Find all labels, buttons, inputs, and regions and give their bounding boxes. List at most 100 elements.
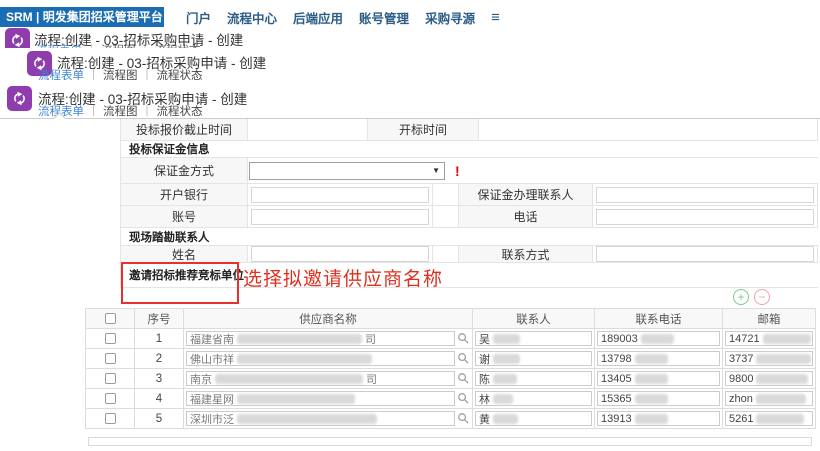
phone-cell-input[interactable]: 189003	[597, 331, 720, 346]
contact-method-label: 联系方式	[459, 246, 593, 262]
email-fragment: 3737	[729, 353, 753, 365]
chevron-down-icon: ▼	[432, 166, 440, 175]
deposit-section-header: 投标保证金信息	[121, 141, 818, 158]
col-header-supplier: 供应商名称	[184, 309, 473, 329]
redaction-blur	[641, 334, 674, 344]
supplier-name-fragment: 福建星网	[190, 391, 234, 406]
row-checkbox[interactable]	[105, 413, 116, 424]
redaction-blur	[635, 414, 668, 424]
email-cell-input[interactable]: 9800	[725, 371, 813, 386]
phone-fragment: 15365	[601, 393, 632, 405]
redaction-blur	[756, 394, 806, 404]
phone-cell-input[interactable]: 13798	[597, 351, 720, 366]
row-checkbox[interactable]	[105, 393, 116, 404]
row-checkbox[interactable]	[105, 333, 116, 344]
phone-input[interactable]	[596, 209, 814, 225]
contact-fragment: 陈	[479, 371, 490, 386]
select-all-checkbox[interactable]	[105, 313, 116, 324]
search-icon[interactable]	[457, 372, 470, 385]
phone-label: 电话	[459, 206, 593, 227]
contact-input[interactable]: 黄	[475, 411, 592, 426]
tab-separator: |	[92, 105, 95, 117]
deposit-method-select[interactable]: ▼	[249, 162, 445, 180]
contact-input[interactable]: 林	[475, 391, 592, 406]
nav-item-portal[interactable]: 门户	[186, 8, 211, 27]
col-header-email: 邮箱	[723, 309, 816, 329]
email-cell-input[interactable]: zhon	[725, 391, 813, 406]
remove-row-button[interactable]: −	[754, 289, 770, 305]
tab-flow-status[interactable]: 流程状态	[157, 103, 203, 119]
account-input[interactable]	[251, 209, 429, 225]
name-input[interactable]	[251, 246, 429, 262]
phone-cell-input[interactable]: 13405	[597, 371, 720, 386]
phone-cell-input[interactable]: 13913	[597, 411, 720, 426]
app-brand: SRM | 明发集团招采管理平台	[0, 7, 164, 27]
supplier-name-input[interactable]: 福建星网	[186, 391, 455, 406]
hamburger-menu-icon[interactable]: ≡	[491, 9, 500, 26]
row-checkbox[interactable]	[105, 373, 116, 384]
phone-fragment: 13913	[601, 413, 632, 425]
redaction-blur	[237, 414, 377, 424]
nav-item-account-mgmt[interactable]: 账号管理	[359, 8, 409, 27]
name-label: 姓名	[121, 246, 248, 262]
add-row-button[interactable]: +	[733, 289, 749, 305]
annotation-note: 选择拟邀请供应商名称	[243, 264, 443, 291]
email-fragment: 5261	[729, 413, 753, 425]
srm-page: SRM | 明发集团招采管理平台 门户 流程中心 后端应用 账号管理 采购寻源 …	[0, 0, 820, 451]
email-fragment: 9800	[729, 373, 753, 385]
nav-item-sourcing[interactable]: 采购寻源	[425, 8, 475, 27]
redaction-blur	[756, 354, 811, 364]
row-checkbox[interactable]	[105, 353, 116, 364]
contact-fragment: 谢	[479, 351, 490, 366]
email-fragment: 14721	[729, 333, 760, 345]
supplier-name-fragment: 深圳市泛	[190, 411, 234, 426]
table-footer-strip	[88, 437, 812, 446]
redaction-blur	[493, 374, 517, 384]
col-header-contact: 联系人	[473, 309, 595, 329]
sync-arrows-icon	[11, 90, 28, 107]
search-icon[interactable]	[457, 392, 470, 405]
contact-method-input[interactable]	[596, 246, 814, 262]
phone-fragment: 189003	[601, 333, 638, 345]
supplier-name-input[interactable]: 福建省南 司	[186, 331, 455, 346]
contact-fragment: 林	[479, 391, 490, 406]
redaction-blur	[635, 394, 668, 404]
redaction-blur	[493, 334, 520, 344]
nav-item-backend-apps[interactable]: 后端应用	[293, 8, 343, 27]
deposit-contact-input[interactable]	[596, 187, 814, 203]
open-time-input[interactable]	[479, 119, 818, 140]
bank-input[interactable]	[251, 187, 429, 203]
site-survey-section-header: 现场踏勘联系人	[121, 228, 818, 246]
redaction-blur	[237, 334, 362, 344]
table-row: 5 深圳市泛 黄 13913	[86, 409, 816, 429]
supplier-name-input[interactable]: 佛山市祥	[186, 351, 455, 366]
redaction-blur	[237, 354, 372, 364]
supplier-name-fragment: 福建省南	[190, 331, 234, 346]
bank-label: 开户银行	[121, 184, 248, 205]
email-cell-input[interactable]: 3737	[725, 351, 813, 366]
contact-input[interactable]: 谢	[475, 351, 592, 366]
col-header-seq: 序号	[135, 309, 184, 329]
bid-form: 投标报价截止时间 开标时间 投标保证金信息 保证金方式 ▼ ! 开户银行 保证金…	[120, 119, 818, 288]
phone-fragment: 13405	[601, 373, 632, 385]
row-seq: 3	[135, 369, 184, 389]
search-icon[interactable]	[457, 332, 470, 345]
phone-cell-input[interactable]: 15365	[597, 391, 720, 406]
tab-separator: |	[146, 105, 149, 117]
deposit-contact-label: 保证金办理联系人	[459, 184, 593, 205]
search-icon[interactable]	[457, 412, 470, 425]
bid-deadline-input[interactable]	[248, 119, 368, 140]
email-cell-input[interactable]: 5261	[725, 411, 813, 426]
contact-input[interactable]: 吴	[475, 331, 592, 346]
nav-item-process-center[interactable]: 流程中心	[227, 8, 277, 27]
process-flow-icon	[7, 86, 32, 111]
invite-section-header: 邀请招标推荐竞标单位	[121, 263, 818, 288]
tab-flow-diagram[interactable]: 流程图	[103, 103, 138, 119]
search-icon[interactable]	[457, 352, 470, 365]
table-row: 4 福建星网 林 15365	[86, 389, 816, 409]
supplier-name-input[interactable]: 南京 司	[186, 371, 455, 386]
supplier-name-input[interactable]: 深圳市泛	[186, 411, 455, 426]
email-cell-input[interactable]: 14721	[725, 331, 813, 346]
contact-input[interactable]: 陈	[475, 371, 592, 386]
table-row: 3 南京 司 陈 13405	[86, 369, 816, 389]
